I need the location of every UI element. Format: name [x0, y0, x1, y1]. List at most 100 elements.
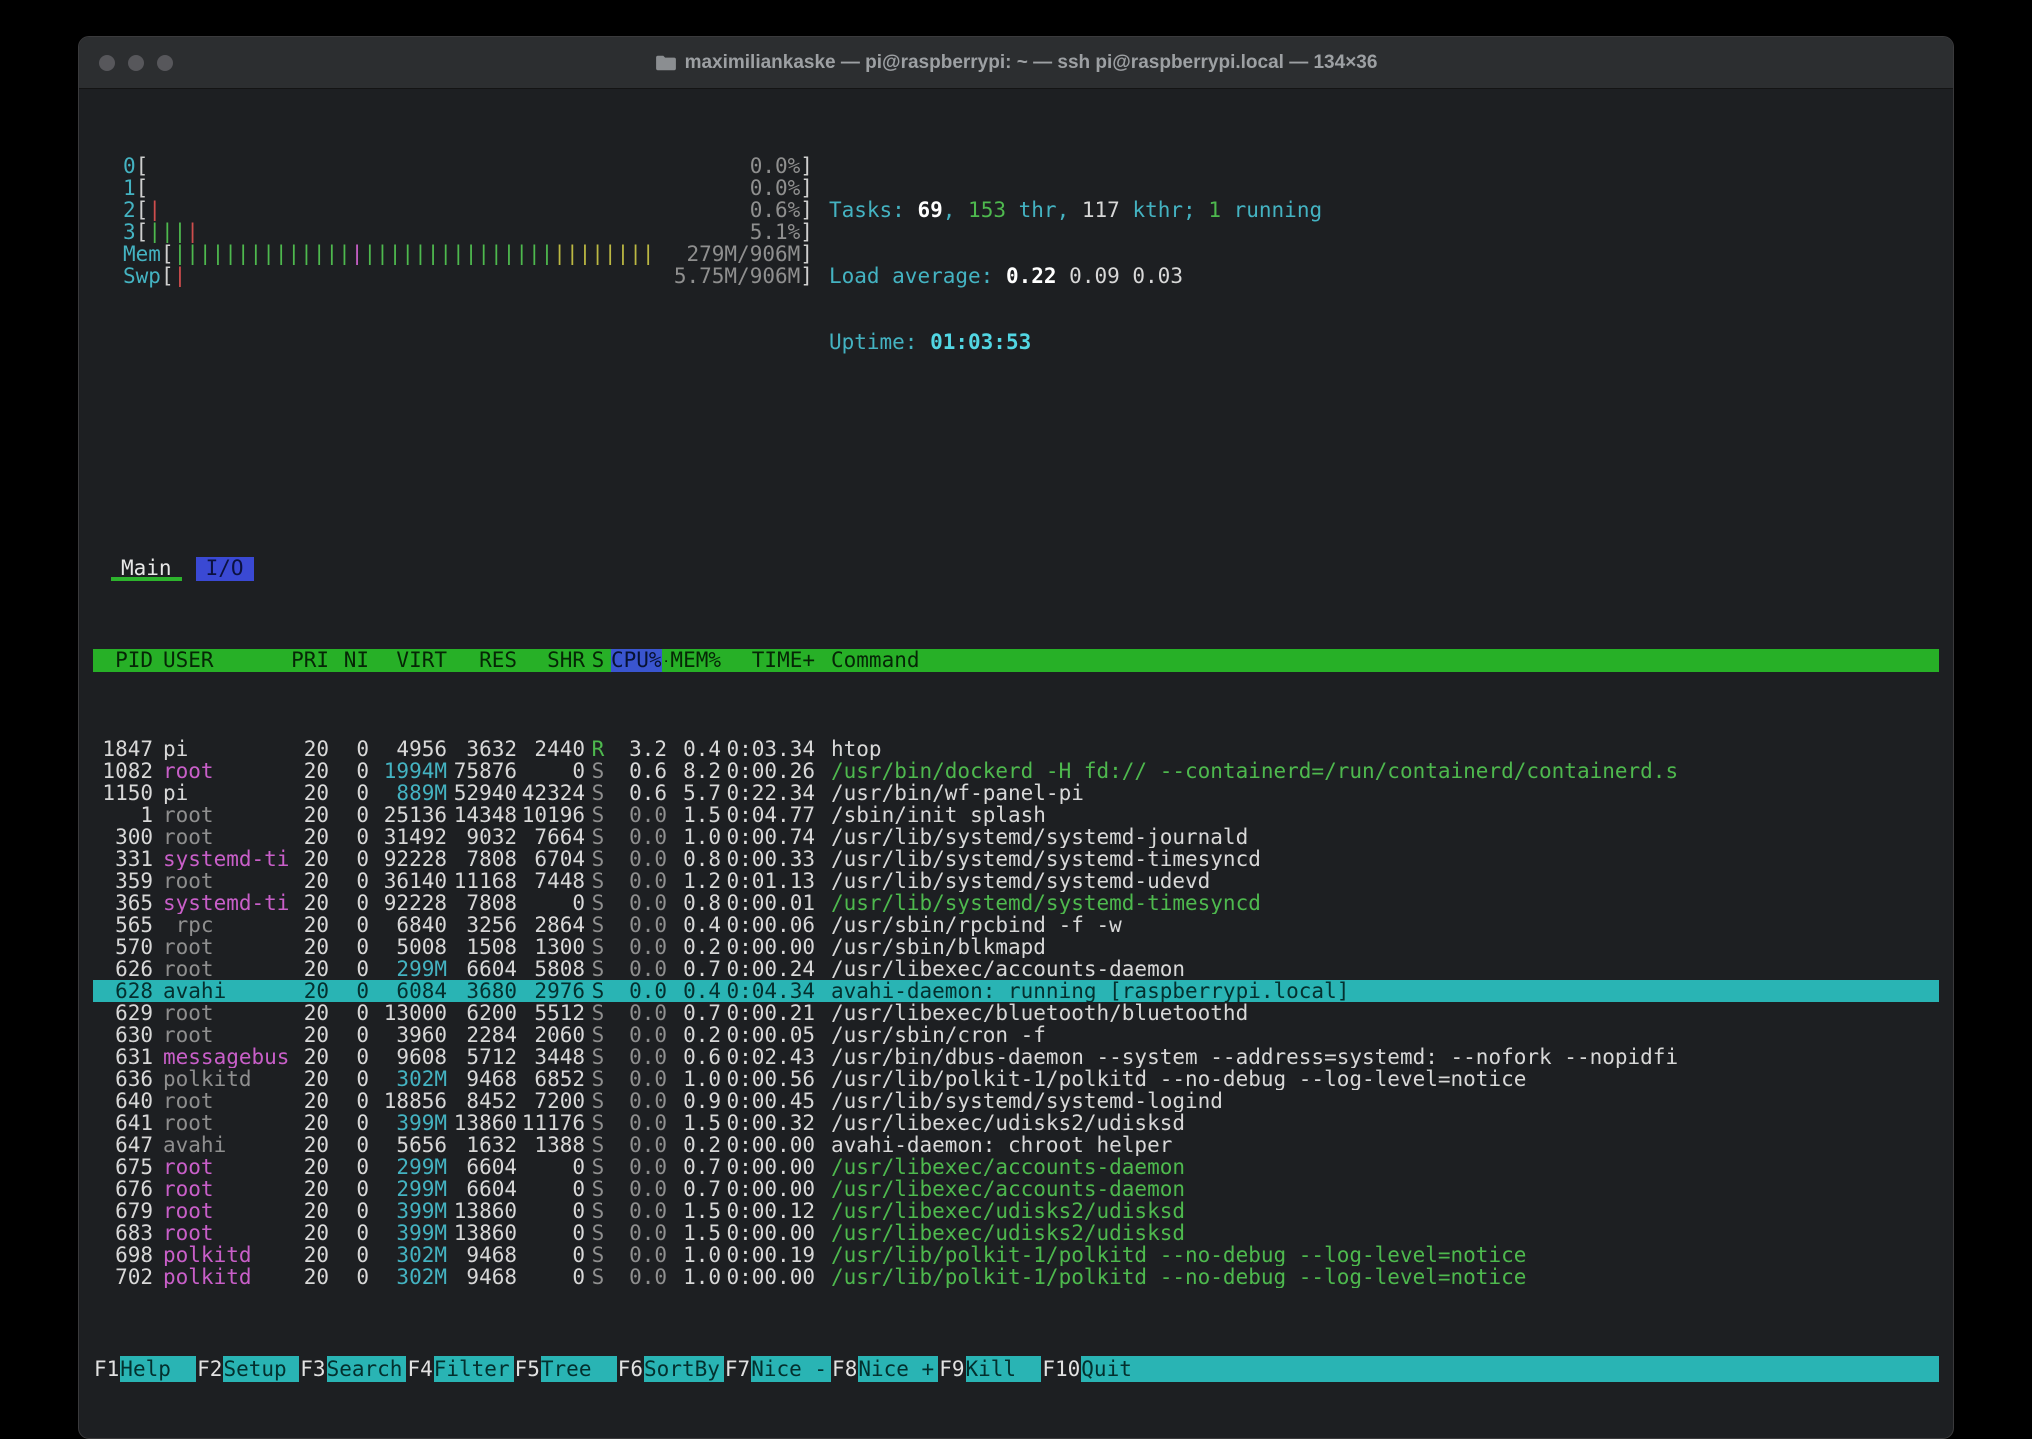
status-segment: 69 [917, 198, 942, 222]
fkey-f4[interactable]: F4 [406, 1356, 433, 1382]
red-bar: | [174, 265, 187, 287]
cell-priority: 20 [289, 1178, 329, 1200]
fkey-label-tree[interactable]: Tree [541, 1356, 617, 1382]
process-row[interactable]: 647avahi200565616321388S0.00.20:00.00ava… [93, 1134, 1939, 1156]
process-row[interactable]: 630root200396022842060S0.00.20:00.05/usr… [93, 1024, 1939, 1046]
cell-nice: 0 [329, 1222, 369, 1244]
col-header-mem[interactable]: MEM% [667, 649, 721, 672]
cell-priority: 20 [289, 1090, 329, 1112]
cell-user: pi [153, 782, 289, 804]
fkey-f3[interactable]: F3 [299, 1356, 326, 1382]
fkey-label-search[interactable]: Search [327, 1356, 407, 1382]
fkey-label-filter[interactable]: Filter [434, 1356, 514, 1382]
yellow-bar: | [591, 243, 604, 265]
col-header-user[interactable]: USER [153, 649, 289, 672]
green-bar: | [174, 243, 187, 265]
col-header-ni[interactable]: NI [329, 649, 369, 672]
fkey-label-help[interactable]: Help [120, 1356, 196, 1382]
fkey-f8[interactable]: F8 [831, 1356, 858, 1382]
process-row[interactable]: 629root2001300062005512S0.00.70:00.21/us… [93, 1002, 1939, 1024]
cell-res: 13860 [447, 1112, 517, 1134]
process-row[interactable]: 1082root2001994M758760S0.68.20:00.26/usr… [93, 760, 1939, 782]
process-row[interactable]: 1847pi200495636322440R3.20.40:03.34htop [93, 738, 1939, 760]
process-row[interactable]: 702polkitd200302M94680S0.01.00:00.00/usr… [93, 1266, 1939, 1288]
cell-time: 0:00.12 [721, 1200, 815, 1222]
col-header-cmd[interactable]: Command [815, 649, 1939, 672]
cpu0-meter-value: 0.0% [750, 155, 801, 177]
green-bar: | [288, 243, 301, 265]
process-row[interactable]: 570root200500815081300S0.00.20:00.00/usr… [93, 936, 1939, 958]
col-header-s[interactable]: S [585, 649, 611, 672]
process-row[interactable]: 676root200299M66040S0.00.70:00.00/usr/li… [93, 1178, 1939, 1200]
fkey-f5[interactable]: F5 [514, 1356, 541, 1382]
cell-cpu-percent: 0.0 [611, 1112, 667, 1134]
process-row[interactable]: 679root200399M138600S0.01.50:00.12/usr/l… [93, 1200, 1939, 1222]
fkey-label-setup[interactable]: Setup [223, 1356, 299, 1382]
process-row[interactable]: 640root2001885684527200S0.00.90:00.45/us… [93, 1090, 1939, 1112]
cell-state: S [585, 870, 611, 892]
fkey-f1[interactable]: F1 [93, 1356, 120, 1382]
cell-time: 0:22.34 [721, 782, 815, 804]
close-button[interactable] [99, 55, 115, 71]
cell-time: 0:00.06 [721, 914, 815, 936]
cell-virt: 399M [369, 1200, 447, 1222]
cell-time: 0:00.24 [721, 958, 815, 980]
process-row[interactable]: 1150pi200889M5294042324S0.65.70:22.34/us… [93, 782, 1939, 804]
cell-virt: 302M [369, 1068, 447, 1090]
process-row[interactable]: 1root200251361434810196S0.01.50:04.77/sb… [93, 804, 1939, 826]
process-row[interactable]: 359root20036140111687448S0.01.20:01.13/u… [93, 870, 1939, 892]
col-header-res[interactable]: RES [447, 649, 517, 672]
cell-priority: 20 [289, 1222, 329, 1244]
fkey-label-quit[interactable]: Quit [1081, 1356, 1157, 1382]
cell-mem-percent: 0.6 [667, 1046, 721, 1068]
cell-command: avahi-daemon: chroot helper [815, 1134, 1939, 1156]
process-row[interactable]: 565_rpc200684032562864S0.00.40:00.06/usr… [93, 914, 1939, 936]
fkey-f7[interactable]: F7 [724, 1356, 751, 1382]
col-header-virt[interactable]: VIRT [369, 649, 447, 672]
green-bar: | [363, 243, 376, 265]
process-row[interactable]: 683root200399M138600S0.01.50:00.00/usr/l… [93, 1222, 1939, 1244]
cpu0-meter-bars [148, 155, 749, 177]
fkey-label-nice[interactable]: Nice - [751, 1356, 831, 1382]
process-row[interactable]: 300root2003149290327664S0.01.00:00.74/us… [93, 826, 1939, 848]
cell-res: 6200 [447, 1002, 517, 1024]
cpu3-meter-value: 5.1% [750, 221, 801, 243]
fkey-f9[interactable]: F9 [938, 1356, 965, 1382]
fkey-f2[interactable]: F2 [196, 1356, 223, 1382]
fkey-f10[interactable]: F10 [1041, 1356, 1081, 1382]
process-row[interactable]: 675root200299M66040S0.00.70:00.00/usr/li… [93, 1156, 1939, 1178]
col-header-pid[interactable]: PID [93, 649, 153, 672]
col-header-pri[interactable]: PRI [289, 649, 329, 672]
cell-state: S [585, 1024, 611, 1046]
col-header-time[interactable]: TIME+ [721, 649, 815, 672]
fkey-label-nice[interactable]: Nice + [858, 1356, 938, 1382]
process-row-selected[interactable]: 628avahi200608436802976S0.00.40:04.34ava… [93, 980, 1939, 1002]
tab-io[interactable]: I/O [196, 557, 254, 581]
col-header-shr[interactable]: SHR [517, 649, 585, 672]
titlebar[interactable]: maximiliankaske — pi@raspberrypi: ~ — ss… [79, 37, 1953, 89]
fkey-label-kill[interactable]: Kill [966, 1356, 1042, 1382]
cell-pid: 679 [93, 1200, 153, 1222]
fkey-f6[interactable]: F6 [617, 1356, 644, 1382]
meters-and-status: 0[0.0%]1[0.0%]2[|0.6%]3[||||5.1%]Mem[|||… [93, 141, 1939, 397]
process-row[interactable]: 331systemd-ti2009222878086704S0.00.80:00… [93, 848, 1939, 870]
green-bar: | [148, 221, 161, 243]
fkey-label-sortby[interactable]: SortBy [644, 1356, 724, 1382]
process-row[interactable]: 636polkitd200302M94686852S0.01.00:00.56/… [93, 1068, 1939, 1090]
minimize-button[interactable] [128, 55, 144, 71]
col-header-cpu[interactable]: CPU%- [611, 649, 667, 672]
cell-pid: 1847 [93, 738, 153, 760]
process-row[interactable]: 698polkitd200302M94680S0.01.00:00.19/usr… [93, 1244, 1939, 1266]
process-row[interactable]: 626root200299M66045808S0.00.70:00.24/usr… [93, 958, 1939, 980]
process-row[interactable]: 365systemd-ti2009222878080S0.00.80:00.01… [93, 892, 1939, 914]
cell-priority: 20 [289, 1266, 329, 1288]
process-row[interactable]: 641root200399M1386011176S0.01.50:00.32/u… [93, 1112, 1939, 1134]
cell-shr: 2864 [517, 914, 585, 936]
process-row[interactable]: 631messagebus200960857123448S0.00.60:02.… [93, 1046, 1939, 1068]
tab-main[interactable]: Main [111, 557, 182, 581]
cell-mem-percent: 0.7 [667, 1002, 721, 1024]
cell-nice: 0 [329, 1156, 369, 1178]
zoom-button[interactable] [157, 55, 173, 71]
cell-virt: 6840 [369, 914, 447, 936]
cell-res: 75876 [447, 760, 517, 782]
